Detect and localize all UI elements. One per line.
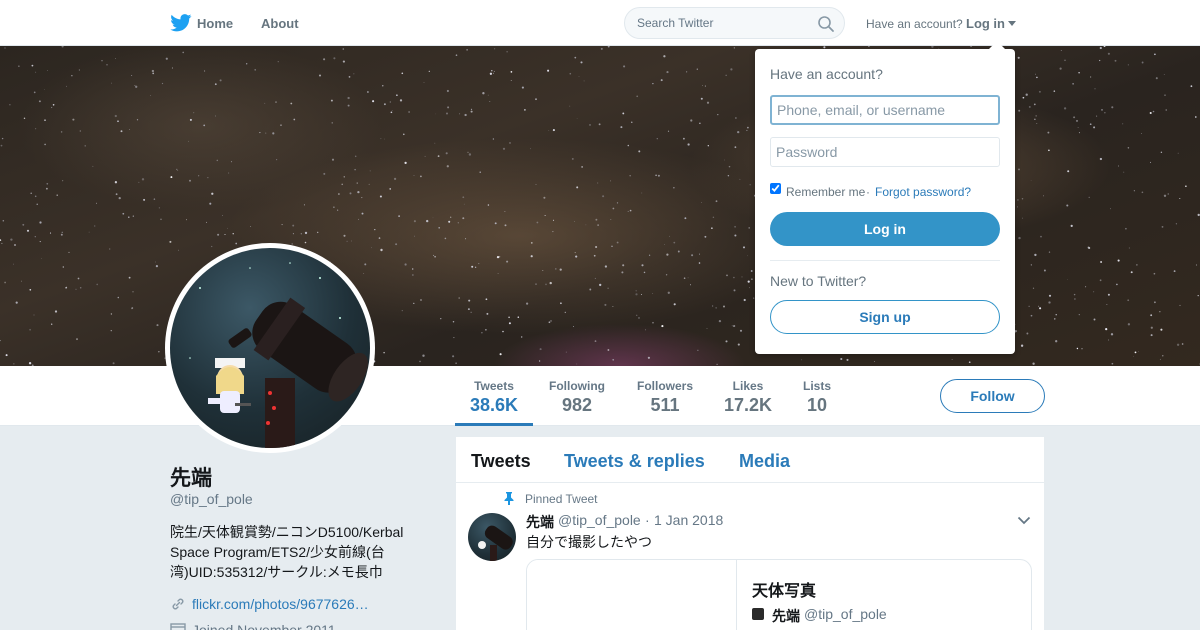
telescope-image (189, 262, 368, 448)
username-field[interactable] (770, 95, 1000, 125)
link-icon (172, 598, 184, 610)
link-card[interactable]: 天体写真 先端 @tip_of_pole (526, 559, 1032, 630)
login-button[interactable]: Log in (770, 212, 1000, 246)
stat-followers[interactable]: Followers 511 (632, 366, 698, 426)
search-box (624, 7, 845, 39)
dropdown-title: Have an account? (770, 66, 883, 82)
nav-about-link[interactable]: About (261, 16, 299, 31)
stat-tweets[interactable]: Tweets 38.6K (455, 366, 533, 426)
dropdown-arrow (988, 41, 1006, 50)
pinned-tweet-label: Pinned Tweet (525, 492, 598, 506)
nav-home-link[interactable]: Home (197, 16, 233, 31)
twitter-bird-icon[interactable] (170, 14, 192, 32)
tweet-text: 自分で撮影したやつ (526, 534, 652, 550)
new-to-twitter-text: New to Twitter? (770, 273, 867, 289)
tweet-author-handle[interactable]: @tip_of_pole (558, 512, 641, 528)
stat-value: 10 (806, 395, 828, 415)
calendar-icon (170, 623, 186, 630)
stat-label: Likes (732, 379, 764, 393)
profile-avatar[interactable] (165, 243, 375, 453)
remember-me-checkbox[interactable] (770, 183, 781, 194)
stat-label: Lists (802, 379, 831, 393)
tab-tweets[interactable]: Tweets (471, 451, 531, 472)
avatar-image (170, 248, 370, 448)
profile-link[interactable]: flickr.com/photos/9677626… (192, 596, 369, 612)
stat-value: 982 (561, 395, 593, 415)
divider (770, 260, 1000, 261)
pin-icon (504, 492, 514, 505)
stat-value: 38.6K (469, 395, 519, 415)
profile-name: 先端 (170, 467, 212, 490)
timeline-tabs: Tweets Tweets & replies Media (456, 437, 1044, 483)
dropdown-separator: · (866, 185, 870, 199)
stat-lists[interactable]: Lists 10 (797, 366, 837, 426)
remember-me-label[interactable]: Remember me (786, 185, 865, 199)
stat-label: Tweets (474, 379, 514, 393)
card-title: 天体写真 (752, 583, 817, 600)
tab-media[interactable]: Media (739, 451, 790, 472)
tweet-separator: · (645, 512, 650, 528)
have-account-text: Have an account? (866, 17, 963, 31)
tab-tweets-replies[interactable]: Tweets & replies (564, 451, 705, 472)
card-author-avatar (752, 608, 764, 620)
stat-label: Following (549, 379, 605, 393)
top-nav: Home About Have an account? Log in (0, 0, 1200, 46)
card-author-name: 先端 (772, 608, 800, 624)
forgot-password-link[interactable]: Forgot password? (875, 185, 971, 199)
login-dropdown-toggle[interactable]: Log in (966, 16, 1005, 31)
profile-bio: 院生/天体観賞勢/ニコンD5100/Kerbal Space Program/E… (170, 524, 404, 580)
search-icon[interactable] (817, 15, 835, 33)
login-dropdown: Have an account? Remember me · Forgot pa… (755, 49, 1015, 354)
telescope-image (478, 525, 513, 561)
search-input[interactable] (637, 14, 807, 32)
password-field[interactable] (770, 137, 1000, 167)
tweet-avatar[interactable] (468, 513, 516, 561)
stat-value: 17.2K (723, 395, 773, 415)
stat-following[interactable]: Following 982 (544, 366, 610, 426)
tweet-author-name[interactable]: 先端 (526, 512, 554, 532)
card-author-handle: @tip_of_pole (804, 606, 887, 622)
profile-joined: Joined November 2011 (192, 622, 336, 630)
stat-label: Followers (636, 379, 693, 393)
signup-button[interactable]: Sign up (770, 300, 1000, 334)
profile-handle: @tip_of_pole (170, 491, 253, 507)
tweet-date[interactable]: 1 Jan 2018 (654, 512, 723, 528)
caret-down-icon[interactable] (1008, 21, 1016, 26)
stat-likes[interactable]: Likes 17.2K (718, 366, 778, 426)
follow-button[interactable]: Follow (940, 379, 1045, 413)
card-image (527, 560, 737, 630)
timeline: Tweets Tweets & replies Media Pinned Twe… (456, 437, 1044, 630)
chevron-down-icon[interactable] (1017, 515, 1031, 525)
stat-value: 511 (650, 395, 680, 415)
